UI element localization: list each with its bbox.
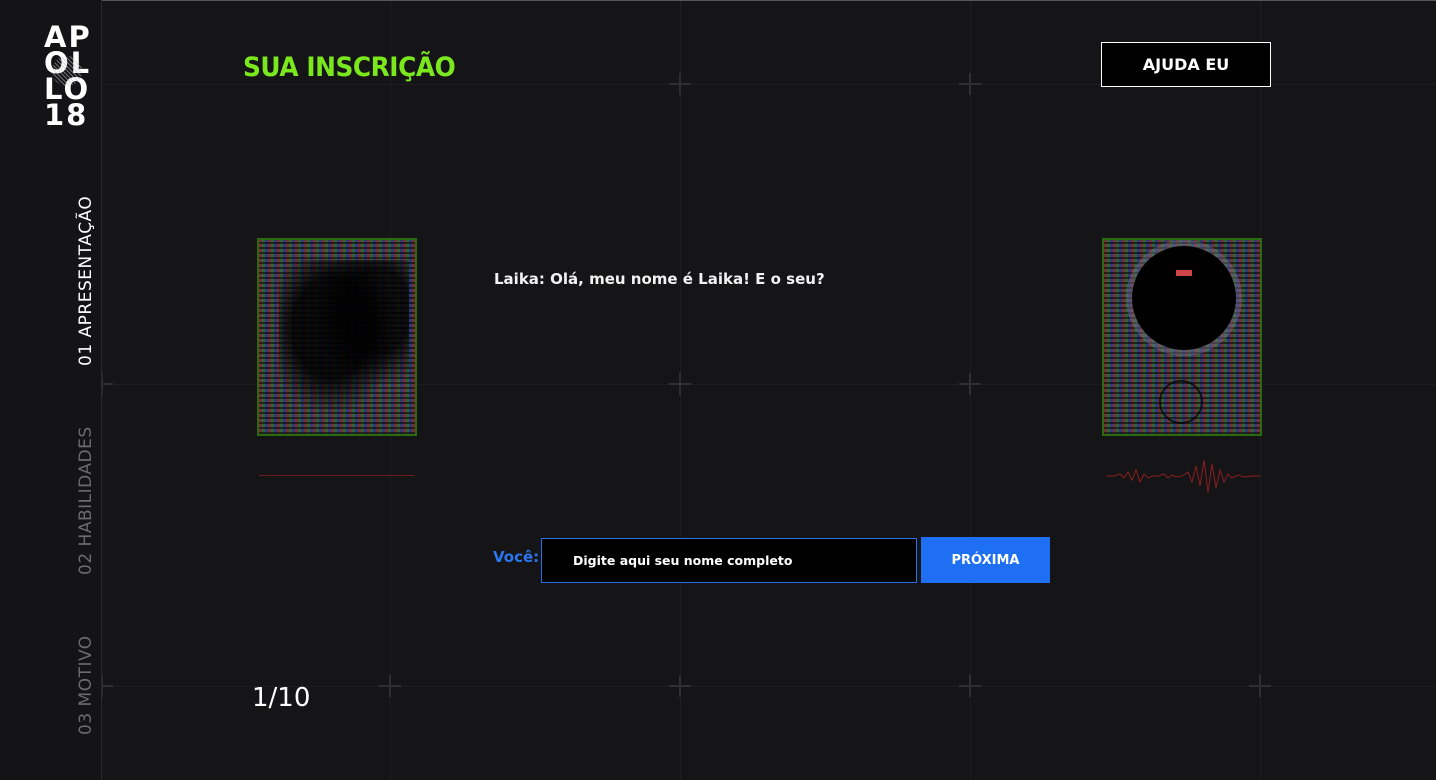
- crosshair-icon: [379, 675, 401, 697]
- page-title: SUA INSCRIÇÃO: [243, 52, 456, 83]
- logo-line: 18: [44, 98, 89, 132]
- crosshair-icon: [669, 73, 691, 95]
- dog-silhouette-icon: [279, 260, 409, 430]
- crosshair-icon: [959, 373, 981, 395]
- sidebar: AP OL LO 18 01 APRESENTAÇÃO 02 HABILIDAD…: [0, 0, 102, 780]
- next-button[interactable]: PRÓXIMA: [921, 537, 1050, 583]
- help-button[interactable]: AJUDA EU: [1101, 42, 1271, 87]
- sidebar-item-habilidades[interactable]: 02 HABILIDADES: [76, 426, 96, 575]
- sidebar-item-motivo[interactable]: 03 MOTIVO: [76, 635, 96, 735]
- crosshair-icon: [669, 373, 691, 395]
- logo-globe-icon: [52, 56, 82, 86]
- laika-avatar: [257, 238, 417, 436]
- step-counter: 1/10: [252, 683, 311, 713]
- helmet-icon: [1132, 246, 1236, 350]
- you-label: Você:: [493, 548, 540, 566]
- full-name-input[interactable]: [541, 538, 917, 583]
- sidebar-item-apresentacao[interactable]: 01 APRESENTAÇÃO: [76, 196, 96, 366]
- crosshair-icon: [959, 73, 981, 95]
- helmet-light-icon: [1176, 270, 1192, 276]
- crosshair-icon: [669, 675, 691, 697]
- top-border: [0, 0, 1436, 1]
- laika-audio-flatline: [259, 475, 414, 476]
- astronaut-avatar: [1102, 238, 1262, 436]
- laika-message: Laika: Olá, meu nome é Laika! E o seu?: [494, 270, 825, 288]
- crosshair-icon: [959, 675, 981, 697]
- user-audio-waveform: [1106, 459, 1260, 493]
- mission-badge-icon: [1159, 380, 1203, 424]
- crosshair-icon: [1249, 675, 1271, 697]
